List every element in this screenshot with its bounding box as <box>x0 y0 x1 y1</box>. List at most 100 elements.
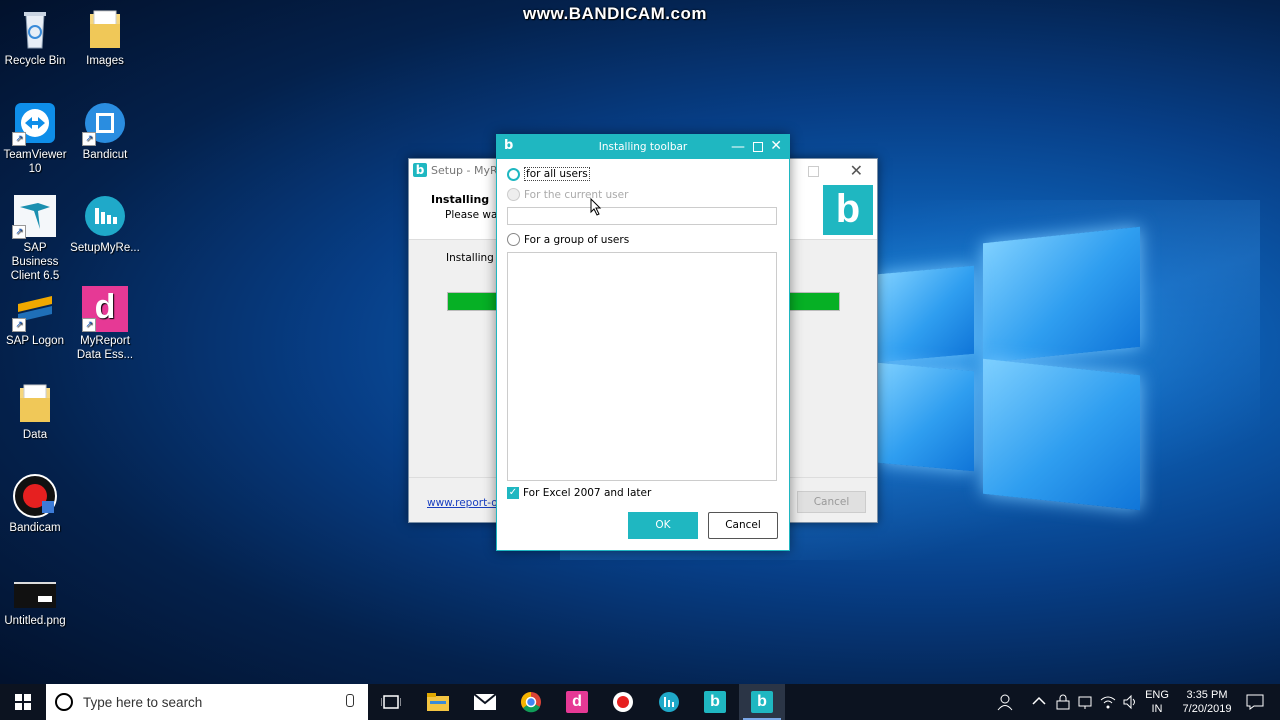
desktop-icon-setup-myreport[interactable]: SetupMyRe... <box>70 193 140 255</box>
start-button[interactable] <box>0 684 46 720</box>
desktop-icon-bandicut[interactable]: ↗ Bandicut <box>70 100 140 162</box>
b-logo-icon: b <box>751 691 773 713</box>
ok-button[interactable]: OK <box>628 512 698 539</box>
taskbar-mail[interactable] <box>462 684 508 720</box>
task-view-icon <box>381 695 401 709</box>
language-code: ENG <box>1145 689 1169 701</box>
setup-cancel-button[interactable]: Cancel <box>797 491 866 513</box>
folder-icon <box>12 380 58 426</box>
radio-button-disabled <box>507 188 520 201</box>
radio-button-checked[interactable] <box>507 167 520 181</box>
setup-logo-icon: b <box>823 185 873 235</box>
recycle-bin-icon <box>12 6 58 52</box>
b-logo-icon: b <box>704 691 726 713</box>
sap-logon-icon: ↗ <box>12 286 58 332</box>
microphone-icon[interactable] <box>346 694 354 707</box>
cancel-button[interactable]: Cancel <box>708 512 778 539</box>
radio-current-user-label: For the current user <box>524 188 629 201</box>
close-icon[interactable]: ✕ <box>850 161 863 180</box>
radio-button[interactable] <box>507 233 520 246</box>
chrome-icon <box>521 692 541 713</box>
network-adapter-icon[interactable] <box>1077 694 1093 710</box>
desktop-icon-label: TeamViewer 10 <box>3 149 67 175</box>
taskbar-setup-window[interactable]: b <box>692 684 738 720</box>
group-users-list[interactable] <box>507 252 777 481</box>
mouse-cursor-icon <box>590 198 602 216</box>
desktop-icon-label: SAP Logon <box>6 335 64 347</box>
people-icon[interactable] <box>997 693 1015 711</box>
image-file-icon <box>12 566 58 612</box>
radio-current-user: For the current user <box>507 188 628 201</box>
close-icon[interactable]: ✕ <box>770 138 782 154</box>
excel-2007-checkbox-row[interactable]: ✓ For Excel 2007 and later <box>507 487 651 499</box>
taskbar-myreport[interactable]: d <box>554 684 600 720</box>
clock[interactable]: 3:35 PM 7/20/2019 <box>1176 688 1238 716</box>
notification-center-icon[interactable] <box>1246 694 1264 710</box>
taskbar: Type here to search d b b ENG IN 3:35 PM… <box>0 684 1280 720</box>
input-language-indicator[interactable]: ENG IN <box>1142 688 1172 716</box>
radio-all-users-label: for all users <box>524 167 590 181</box>
desktop-icon-label: Bandicam <box>9 522 61 534</box>
radio-group-users-label: For a group of users <box>524 233 630 246</box>
cortana-icon <box>55 693 73 711</box>
dialog-title: Installing toolbar <box>598 141 688 153</box>
dialog-titlebar[interactable]: b Installing toolbar — ✕ <box>497 135 789 159</box>
bandicam-icon <box>12 473 58 519</box>
file-explorer-icon <box>427 693 449 711</box>
excel-2007-checkbox-label: For Excel 2007 and later <box>523 487 652 499</box>
wifi-icon[interactable] <box>1100 694 1116 710</box>
volume-icon[interactable] <box>1122 694 1138 710</box>
desktop-icon-images[interactable]: Images <box>70 6 140 68</box>
taskbar-search-box[interactable]: Type here to search <box>46 684 368 720</box>
windows-logo-wallpaper <box>878 215 1143 515</box>
desktop-icon-sap-logon[interactable]: ↗ SAP Logon <box>0 286 70 348</box>
setup-myreport-icon <box>659 692 679 712</box>
myreport-icon: d ↗ <box>82 286 128 332</box>
minimize-icon[interactable]: — <box>731 139 745 155</box>
clock-time: 3:35 PM <box>1186 689 1228 701</box>
desktop-icon-teamviewer[interactable]: ↗ TeamViewer 10 <box>0 100 70 176</box>
desktop-icon-label: Untitled.png <box>4 615 66 627</box>
desktop-icon-untitled-png[interactable]: Untitled.png <box>0 566 70 628</box>
search-placeholder: Type here to search <box>83 695 203 710</box>
desktop-icon-myreport[interactable]: d ↗ MyReport Data Ess... <box>70 286 140 362</box>
desktop-icon-label: Data <box>22 429 48 441</box>
desktop-icon-label: SAP Business Client 6.5 <box>10 242 60 282</box>
region-code: IN <box>1151 703 1163 715</box>
taskbar-file-explorer[interactable] <box>415 684 461 720</box>
setup-myreport-icon <box>82 193 128 239</box>
desktop-icon-data[interactable]: Data <box>0 380 70 442</box>
maximize-icon[interactable] <box>753 142 763 152</box>
desktop-icon-label: Bandicut <box>82 149 128 161</box>
desktop-icon-label: SetupMyRe... <box>70 242 140 254</box>
folder-icon <box>82 6 128 52</box>
task-view-button[interactable] <box>368 684 414 720</box>
clock-date: 7/20/2019 <box>1182 703 1232 715</box>
checkbox-checked-icon[interactable]: ✓ <box>507 487 519 499</box>
taskbar-installing-toolbar[interactable]: b <box>739 684 785 720</box>
desktop-icon-recycle-bin[interactable]: Recycle Bin <box>0 6 70 68</box>
taskbar-bandicam[interactable] <box>600 684 646 720</box>
sap-business-client-icon: ↗ <box>12 193 58 239</box>
desktop-icon-bandicam[interactable]: Bandicam <box>0 473 70 535</box>
desktop-icon-sap-business-client[interactable]: ↗ SAP Business Client 6.5 <box>0 193 70 283</box>
taskbar-setup-myreport[interactable] <box>646 684 692 720</box>
installing-toolbar-dialog: b Installing toolbar — ✕ for all users F… <box>496 134 790 551</box>
radio-all-users[interactable]: for all users <box>507 167 590 181</box>
setup-header-title: Installing <box>431 193 490 206</box>
lock-icon[interactable] <box>1055 694 1071 710</box>
mail-icon <box>474 694 496 710</box>
bandicut-icon: ↗ <box>82 100 128 146</box>
user-name-input[interactable] <box>507 207 777 225</box>
bandicam-watermark: www.BANDICAM.com <box>523 4 707 23</box>
website-link[interactable]: www.report-on <box>427 497 504 509</box>
chevron-up-icon[interactable] <box>1032 696 1046 706</box>
taskbar-chrome[interactable] <box>508 684 554 720</box>
windows-start-icon <box>15 694 31 710</box>
setup-window-title: Setup - MyRe <box>431 164 504 177</box>
myreport-icon: d <box>566 691 588 713</box>
desktop-icon-label: MyReport Data Ess... <box>76 335 134 361</box>
setup-logo-icon: b <box>413 163 427 177</box>
maximize-icon[interactable] <box>808 166 819 177</box>
radio-group-users[interactable]: For a group of users <box>507 233 629 246</box>
